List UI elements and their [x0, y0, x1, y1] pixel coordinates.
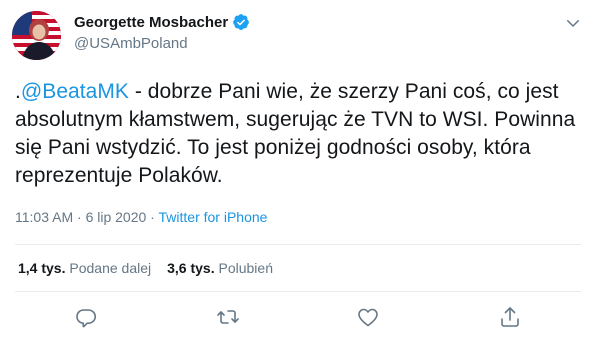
retweets-label: Podane dalej	[69, 260, 152, 276]
likes-label: Polubień	[218, 260, 274, 276]
mention-link[interactable]: @BeataMK	[21, 80, 129, 103]
meta-separator: ·	[73, 209, 86, 225]
likes-stat[interactable]: 3,6 tys. Polubień	[167, 260, 273, 276]
tweet-meta: 11:03 AM · 6 lip 2020 · Twitter for iPho…	[15, 209, 267, 225]
avatar[interactable]	[12, 11, 61, 60]
tweet-date[interactable]: 6 lip 2020	[86, 209, 147, 225]
tweet-time[interactable]: 11:03 AM	[15, 209, 73, 225]
retweet-icon[interactable]	[216, 305, 240, 329]
verified-badge-icon	[233, 14, 250, 30]
divider	[15, 291, 581, 292]
action-bar	[0, 305, 596, 329]
divider	[15, 244, 581, 245]
author-name[interactable]: Georgette Mosbacher	[74, 13, 250, 31]
tweet-source-link[interactable]: Twitter for iPhone	[159, 209, 268, 225]
retweets-count: 1,4 tys.	[18, 260, 66, 276]
retweets-stat[interactable]: 1,4 tys. Podane dalej	[18, 260, 151, 276]
likes-count: 3,6 tys.	[167, 260, 215, 276]
chevron-down-icon[interactable]	[564, 14, 582, 32]
tweet-text: .@BeataMK - dobrze Pani wie, że szerzy P…	[15, 78, 585, 190]
tweet-stats: 1,4 tys. Podane dalej 3,6 tys. Polubień	[18, 260, 273, 276]
share-icon[interactable]	[498, 305, 522, 329]
meta-separator-2: ·	[146, 209, 159, 225]
author-handle[interactable]: @USAmbPoland	[74, 35, 188, 52]
author-name-label: Georgette Mosbacher	[74, 13, 229, 31]
tweet-card: Georgette Mosbacher @USAmbPoland .@Beata…	[0, 0, 596, 345]
heart-icon[interactable]	[356, 305, 380, 329]
reply-icon[interactable]	[74, 305, 98, 329]
